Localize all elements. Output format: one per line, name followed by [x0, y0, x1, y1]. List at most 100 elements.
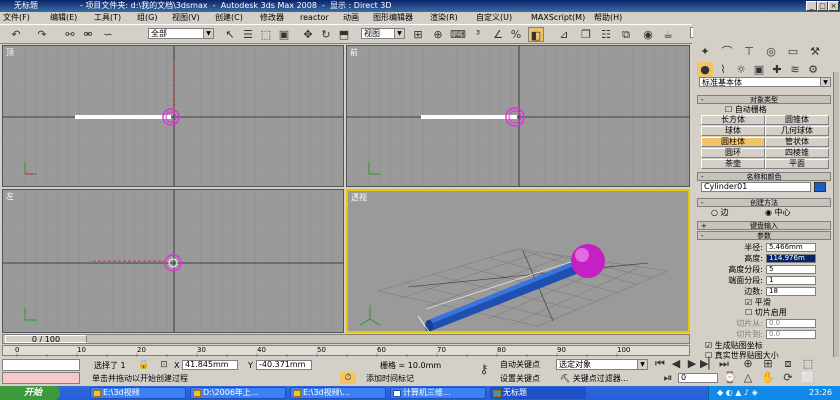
- taskbar-item[interactable]: E:\3d视频: [90, 387, 186, 399]
- current-frame-field[interactable]: 0: [678, 373, 718, 383]
- go-to-start-icon[interactable]: ⏮: [652, 358, 668, 370]
- systems-icon[interactable]: ⚙: [805, 62, 821, 77]
- select-by-name-icon[interactable]: ☰: [240, 27, 256, 42]
- maximize-viewport-icon[interactable]: ⬜: [800, 372, 816, 384]
- reference-coordinate-dropdown[interactable]: 视图: [361, 28, 405, 39]
- radius-field[interactable]: 5.466mm: [766, 243, 816, 252]
- set-key-button[interactable]: 设置关键点: [500, 374, 540, 383]
- arc-rotate-icon[interactable]: ⟳: [780, 372, 796, 384]
- field-of-view-icon[interactable]: △: [740, 372, 756, 384]
- pan-icon[interactable]: ✋: [760, 372, 776, 384]
- geosphere-button[interactable]: 几何球体: [765, 126, 829, 136]
- bind-spacewarp-icon[interactable]: ∽: [100, 27, 116, 42]
- start-button[interactable]: 开始: [0, 386, 60, 400]
- select-manipulate-icon[interactable]: ⊕: [430, 27, 446, 42]
- undo-icon[interactable]: ↶: [8, 27, 24, 42]
- viewport-top[interactable]: 顶: [2, 45, 344, 187]
- key-filters-button[interactable]: ⛏ 关键点过滤器...: [560, 374, 628, 383]
- viewport-label[interactable]: 透视: [351, 192, 367, 203]
- hierarchy-tab-icon[interactable]: ⊤: [741, 44, 757, 59]
- menu-modifiers[interactable]: 修改器: [260, 12, 284, 24]
- select-link-icon[interactable]: ⚯: [62, 27, 78, 42]
- x-coordinate-field[interactable]: 41.845mm: [182, 360, 238, 370]
- select-object-icon[interactable]: ↖: [222, 27, 238, 42]
- time-config-icon[interactable]: ⌚: [722, 372, 738, 384]
- sides-field[interactable]: 18: [766, 287, 816, 296]
- menu-rendering[interactable]: 渲染(R): [430, 12, 458, 24]
- viewport-label[interactable]: 前: [350, 47, 358, 58]
- object-name-field[interactable]: Cylinder01: [701, 182, 811, 192]
- height-segments-field[interactable]: 5: [766, 265, 816, 274]
- angle-snap-icon[interactable]: ∠: [490, 27, 506, 42]
- menu-maxscript[interactable]: MAXScript(M): [531, 12, 585, 24]
- previous-frame-icon[interactable]: ◀: [668, 358, 684, 370]
- display-tab-icon[interactable]: ▭: [785, 44, 801, 59]
- cameras-icon[interactable]: ▣: [751, 62, 767, 77]
- keyboard-shortcut-icon[interactable]: ⌨: [450, 27, 466, 42]
- cone-button[interactable]: 圆锥体: [765, 115, 829, 125]
- box-button[interactable]: 长方体: [701, 115, 765, 125]
- taskbar-item[interactable]: D:\2006年上...: [190, 387, 286, 399]
- redo-icon[interactable]: ↷: [34, 27, 50, 42]
- viewport-perspective[interactable]: 透视: [346, 189, 690, 333]
- zoom-all-icon[interactable]: ⊞: [760, 358, 776, 370]
- slice-on-checkbox[interactable]: ☐ 切片启用: [745, 308, 787, 317]
- time-slider[interactable]: 0 / 100: [2, 334, 690, 344]
- material-editor-icon[interactable]: ◉: [640, 27, 656, 42]
- viewport-front[interactable]: 前: [346, 45, 690, 187]
- layer-manager-icon[interactable]: ❐: [578, 27, 594, 42]
- auto-key-button[interactable]: 自动关键点: [500, 360, 540, 369]
- menu-customize[interactable]: 自定义(U): [476, 12, 512, 24]
- object-type-rollout[interactable]: - 对象类型: [697, 95, 831, 104]
- schematic-view-icon[interactable]: ⧉: [618, 27, 634, 42]
- shapes-icon[interactable]: ⌇: [715, 62, 731, 77]
- key-selection-dropdown[interactable]: 选定对象: [556, 359, 648, 370]
- zoom-extents-all-icon[interactable]: ⬚: [800, 358, 816, 370]
- zoom-extents-icon[interactable]: ⧈: [780, 358, 796, 370]
- next-frame-icon[interactable]: ▶▏: [700, 358, 717, 370]
- slice-from-field[interactable]: 0.0: [766, 319, 816, 328]
- object-color-swatch[interactable]: [814, 182, 826, 192]
- set-key-icon[interactable]: ⚷: [474, 362, 494, 377]
- spacewarps-icon[interactable]: ≋: [787, 62, 803, 77]
- pivot-center-icon[interactable]: ⊞: [410, 27, 426, 42]
- viewport-left[interactable]: 左: [2, 189, 344, 333]
- taskbar-item[interactable]: E:\3d视频\...: [290, 387, 386, 399]
- zoom-icon[interactable]: ⊕: [740, 358, 756, 370]
- maxscript-output[interactable]: [2, 372, 80, 384]
- center-radio[interactable]: ◉ 中心: [765, 208, 791, 217]
- rect-selection-icon[interactable]: ⬚: [258, 27, 274, 42]
- maxscript-listener[interactable]: [2, 359, 80, 371]
- render-scene-icon[interactable]: ☕: [660, 27, 676, 42]
- time-slider-thumb[interactable]: 0 / 100: [5, 335, 87, 344]
- keyboard-entry-rollout[interactable]: + 键盘输入: [697, 221, 831, 230]
- add-time-tag[interactable]: 添加时间标记: [366, 374, 414, 383]
- menu-edit[interactable]: 编辑(E): [50, 12, 77, 24]
- close-button[interactable]: ×: [828, 1, 839, 11]
- select-rotate-icon[interactable]: ↻: [318, 27, 334, 42]
- menu-create[interactable]: 创建(C): [215, 12, 243, 24]
- slice-to-field[interactable]: 0.0: [766, 330, 816, 339]
- category-dropdown[interactable]: 标准基本体: [699, 77, 831, 87]
- motion-tab-icon[interactable]: ◎: [763, 44, 779, 59]
- smooth-checkbox[interactable]: ☑ 平滑: [745, 298, 771, 307]
- plane-button[interactable]: 平面: [765, 159, 829, 169]
- cap-segments-field[interactable]: 1: [766, 276, 816, 285]
- menu-tools[interactable]: 工具(T): [94, 12, 121, 24]
- utilities-tab-icon[interactable]: ⚒: [807, 44, 823, 59]
- absolute-mode-icon[interactable]: ⊡: [156, 359, 172, 371]
- geometry-icon[interactable]: ●: [697, 62, 713, 77]
- snap-toggle-icon[interactable]: ³: [470, 27, 486, 42]
- torus-button[interactable]: 圆环: [701, 148, 765, 158]
- name-color-rollout[interactable]: - 名称和颜色: [697, 172, 831, 181]
- pyramid-button[interactable]: 四棱锥: [765, 148, 829, 158]
- sphere-button[interactable]: 球体: [701, 126, 765, 136]
- command-panel-scrollbar[interactable]: [833, 72, 839, 357]
- minimize-button[interactable]: _: [806, 1, 817, 11]
- lock-icon[interactable]: 🔒: [136, 359, 152, 371]
- curve-editor-icon[interactable]: ☷: [598, 27, 614, 42]
- cylinder-button[interactable]: 圆柱体: [701, 137, 765, 147]
- autogrid-checkbox[interactable]: ☐ 自动栅格: [725, 105, 767, 114]
- viewport-label[interactable]: 顶: [6, 47, 14, 58]
- helpers-icon[interactable]: ✚: [769, 62, 785, 77]
